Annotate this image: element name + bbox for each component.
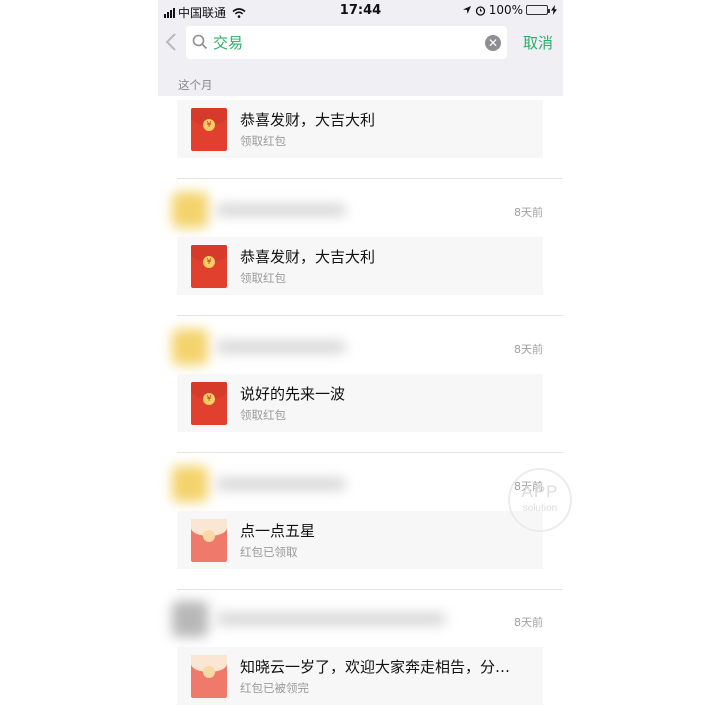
divider: [177, 589, 563, 590]
search-input[interactable]: 交易 ✕: [186, 26, 507, 59]
charging-icon: [551, 5, 557, 15]
opened-packet-icon: [191, 519, 227, 562]
avatar: [172, 466, 208, 502]
red-packet-icon: ¥: [191, 382, 227, 425]
avatar: [172, 329, 208, 365]
card-title: 说好的先来一波: [240, 385, 346, 403]
back-button[interactable]: [164, 31, 184, 55]
card-subtitle: 领取红包: [240, 271, 286, 285]
message-time: 8天前: [514, 616, 543, 629]
card-title: 恭喜发财，大吉大利: [240, 248, 376, 266]
card-subtitle: 领取红包: [240, 134, 286, 148]
card-title: 点一点五星: [240, 522, 316, 540]
card-subtitle: 领取红包: [240, 408, 286, 422]
red-packet-card[interactable]: 知晓云一岁了，欢迎大家奔走相告，分… 红包已被领完: [177, 647, 543, 705]
battery-percent: 100%: [488, 3, 523, 17]
red-packet-card[interactable]: 点一点五星 红包已领取: [177, 511, 543, 569]
sender-name-blurred: [216, 204, 346, 216]
avatar: [172, 192, 208, 228]
red-packet-icon: ¥: [191, 245, 227, 288]
alarm-icon: [475, 5, 485, 16]
watermark-logo: APP solution: [508, 468, 572, 532]
search-bar: 交易 ✕ 取消: [158, 22, 563, 69]
sender-name-blurred: [216, 478, 346, 490]
sender-name-blurred: [216, 341, 346, 353]
avatar: [172, 601, 208, 637]
message-time: 8天前: [514, 206, 543, 219]
red-packet-icon: ¥: [191, 108, 227, 151]
chevron-left-icon: [165, 33, 176, 51]
card-title: 知晓云一岁了，欢迎大家奔走相告，分…: [240, 658, 511, 676]
divider: [177, 178, 563, 179]
message-time: 8天前: [514, 343, 543, 356]
watermark-line2: solution: [522, 503, 558, 514]
sender-row: [172, 327, 462, 367]
battery-icon: [526, 5, 550, 15]
cancel-button[interactable]: 取消: [523, 32, 553, 53]
red-packet-card[interactable]: ¥ 恭喜发财，大吉大利 领取红包: [177, 237, 543, 295]
card-subtitle: 红包已被领完: [240, 681, 309, 695]
sender-row: [172, 464, 462, 504]
watermark-line1: APP: [521, 482, 559, 501]
search-query: 交易: [213, 34, 244, 52]
clear-icon[interactable]: ✕: [485, 35, 501, 51]
phone-screen: 中国联通 17:44 100% 交易 ✕ 取消 这个月 ¥ 恭喜发财，大吉大利 …: [158, 0, 563, 720]
sender-row: [172, 190, 462, 230]
opened-packet-icon: [191, 655, 227, 698]
sender-name-blurred: [216, 613, 446, 625]
search-icon: [192, 34, 208, 50]
section-header-label: 这个月: [178, 78, 213, 92]
divider: [177, 315, 563, 316]
sender-row: [172, 599, 462, 639]
red-packet-card[interactable]: ¥ 说好的先来一波 领取红包: [177, 374, 543, 432]
status-bar: 中国联通 17:44 100%: [158, 0, 563, 22]
section-header: 这个月: [158, 68, 563, 96]
card-subtitle: 红包已领取: [240, 545, 298, 559]
location-icon: [462, 6, 471, 14]
status-right: 100%: [462, 3, 557, 17]
red-packet-card[interactable]: ¥ 恭喜发财，大吉大利 领取红包: [177, 100, 543, 158]
divider: [177, 452, 563, 453]
card-title: 恭喜发财，大吉大利: [240, 111, 376, 129]
